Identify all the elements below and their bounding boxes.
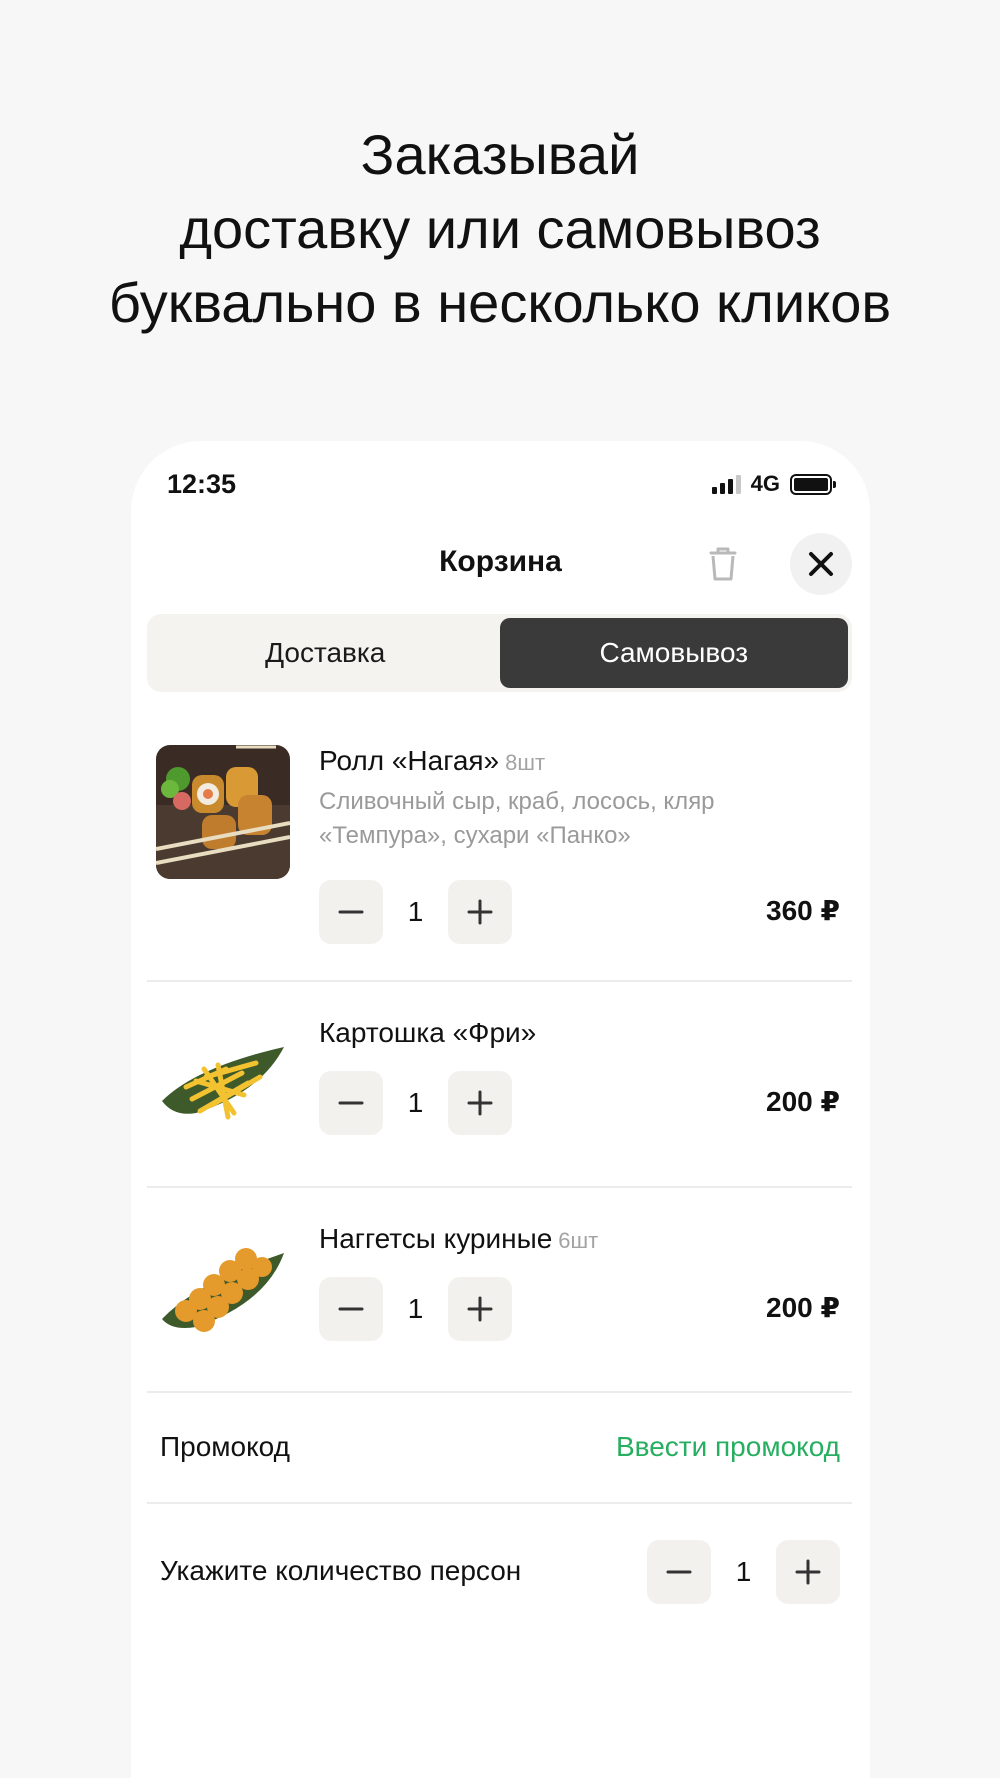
enter-promo-link[interactable]: Ввести промокод bbox=[616, 1431, 840, 1463]
increase-persons-button[interactable] bbox=[776, 1540, 840, 1604]
quantity-value: 1 bbox=[407, 1087, 424, 1118]
increase-button[interactable] bbox=[448, 1277, 512, 1341]
quantity-value: 1 bbox=[407, 896, 424, 927]
quantity-value: 1 bbox=[407, 1293, 424, 1324]
quantity-stepper: 1 bbox=[319, 880, 512, 944]
plus-icon bbox=[467, 1296, 493, 1322]
item-description: Сливочный сыр, краб, лосось, кляр «Темпу… bbox=[319, 788, 715, 849]
status-time: 12:35 bbox=[167, 469, 237, 499]
decrease-persons-button[interactable] bbox=[647, 1540, 711, 1604]
decrease-button[interactable] bbox=[319, 1071, 383, 1135]
quantity-stepper: 1 bbox=[319, 1277, 512, 1341]
divider bbox=[147, 1502, 852, 1504]
delivery-mode-switch: Доставка Самовывоз bbox=[147, 614, 852, 692]
item-price: 200 ₽ bbox=[766, 1086, 840, 1117]
close-icon bbox=[809, 552, 833, 576]
item-price: 360 ₽ bbox=[766, 895, 840, 926]
item-price: 200 ₽ bbox=[766, 1292, 840, 1323]
cart-header: Корзина bbox=[131, 529, 870, 599]
signal-icon bbox=[711, 474, 741, 494]
increase-button[interactable] bbox=[448, 880, 512, 944]
promo-headline: Заказывай доставку или самовывоз букваль… bbox=[0, 118, 1000, 340]
headline-line-3: буквально в несколько кликов bbox=[108, 271, 892, 334]
minus-icon bbox=[338, 1307, 364, 1311]
product-image-roll bbox=[156, 745, 290, 879]
status-bar: 12:35 4G bbox=[167, 467, 836, 503]
item-name: Ролл «Нагая» 8шт bbox=[319, 745, 545, 777]
divider bbox=[147, 1186, 852, 1188]
item-title: Картошка «Фри» bbox=[319, 1017, 537, 1048]
promo-label: Промокод bbox=[160, 1431, 290, 1462]
headline-line-1: Заказывай bbox=[360, 123, 640, 186]
persons-label: Укажите количество персон bbox=[160, 1555, 522, 1586]
decrease-button[interactable] bbox=[319, 1277, 383, 1341]
plus-icon bbox=[467, 899, 493, 925]
divider bbox=[147, 1391, 852, 1393]
item-name: Картошка «Фри» bbox=[319, 1017, 542, 1049]
phone-screen: 12:35 4G Корзина Доставка Самовывоз Ролл… bbox=[131, 441, 870, 1778]
minus-icon bbox=[338, 1101, 364, 1105]
trash-icon[interactable] bbox=[700, 541, 746, 587]
item-name: Наггетсы куриные 6шт bbox=[319, 1223, 598, 1255]
minus-icon bbox=[338, 910, 364, 914]
product-image-nuggets bbox=[156, 1223, 290, 1357]
persons-stepper: 1 bbox=[647, 1540, 840, 1604]
status-indicators: 4G bbox=[711, 471, 836, 497]
headline-line-2: доставку или самовывоз bbox=[179, 197, 821, 260]
decrease-button[interactable] bbox=[319, 880, 383, 944]
tab-pickup[interactable]: Самовывоз bbox=[499, 618, 848, 688]
close-button[interactable] bbox=[790, 533, 852, 595]
minus-icon bbox=[666, 1570, 692, 1574]
product-image-fries bbox=[156, 1017, 290, 1151]
item-unit: 6шт bbox=[558, 1228, 599, 1253]
quantity-stepper: 1 bbox=[319, 1071, 512, 1135]
item-title: Ролл «Нагая» bbox=[319, 745, 500, 776]
network-type: 4G bbox=[750, 471, 780, 496]
battery-icon bbox=[790, 473, 836, 495]
item-unit: 8шт bbox=[505, 750, 546, 775]
plus-icon bbox=[795, 1559, 821, 1585]
increase-button[interactable] bbox=[448, 1071, 512, 1135]
persons-value: 1 bbox=[735, 1556, 752, 1587]
tab-delivery[interactable]: Доставка bbox=[151, 618, 500, 688]
plus-icon bbox=[467, 1090, 493, 1116]
item-title: Наггетсы куриные bbox=[319, 1223, 553, 1254]
divider bbox=[147, 980, 852, 982]
page-title: Корзина bbox=[439, 545, 562, 578]
